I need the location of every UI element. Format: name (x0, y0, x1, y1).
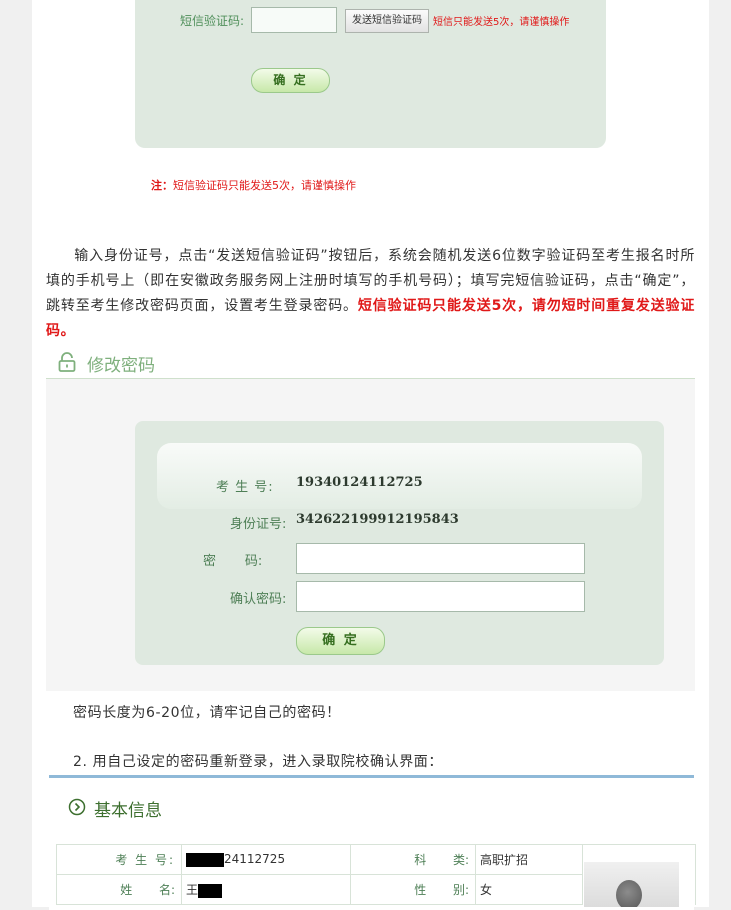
sms-limit-warning: 短信只能发送5次，请谨慎操作 (433, 17, 570, 28)
category-label: 科 类: (350, 844, 476, 875)
note-prefix: 注： (151, 179, 173, 192)
examinee-no-label: 考 生 号: (56, 844, 182, 875)
sms-confirm-button[interactable]: 确 定 (251, 68, 330, 93)
name-value: 王 (186, 883, 199, 897)
examinee-photo (584, 862, 679, 907)
basic-info-title: 基本信息 (94, 801, 162, 821)
sms-code-label: 短信验证码: (180, 14, 245, 28)
name-label: 姓 名: (56, 874, 182, 905)
password-input[interactable] (296, 543, 585, 574)
examinee-no-value: 19340124112725 (296, 475, 423, 490)
change-password-title: 修改密码 (87, 356, 155, 376)
sms-note: 注：短信验证码只能发送5次，请谨慎操作 (151, 177, 356, 193)
avatar (616, 880, 642, 907)
gender-label: 性 别: (350, 874, 476, 905)
password-length-note: 密码长度为6-20位，请牢记自己的密码！ (73, 705, 341, 721)
password-label: 密 码: (203, 554, 263, 569)
step2-text: 2. 用自己设定的密码重新登录，进入录取院校确认界面： (73, 754, 444, 770)
examinee-no-value: 24112725 (224, 852, 286, 867)
confirm-password-label: 确认密码: (230, 592, 287, 607)
sms-code-input[interactable] (251, 7, 337, 33)
id-number-value: 342622199912195843 (296, 512, 459, 527)
confirm-password-input[interactable] (296, 581, 585, 612)
name-cell: 王 (181, 874, 351, 905)
category-value: 高职扩招 (475, 844, 583, 875)
instruction-paragraph: 输入身份证号，点击“发送短信验证码”按钮后，系统会随机发送6位数字验证码至考生报… (46, 244, 695, 344)
change-password-header: 修改密码 (46, 343, 695, 379)
examinee-no-cell: 24112725 (181, 844, 351, 875)
lock-icon (58, 352, 76, 372)
redaction-block (198, 883, 223, 898)
circle-arrow-icon (68, 798, 86, 816)
password-confirm-button[interactable]: 确 定 (296, 627, 385, 655)
redaction-block (186, 852, 224, 867)
examinee-no-label: 考 生 号: (216, 480, 274, 495)
send-sms-button[interactable]: 发送短信验证码 (345, 9, 429, 33)
note-text: 短信验证码只能发送5次，请谨慎操作 (173, 179, 356, 192)
id-number-label: 身份证号: (230, 517, 287, 532)
gender-value: 女 (475, 874, 583, 905)
